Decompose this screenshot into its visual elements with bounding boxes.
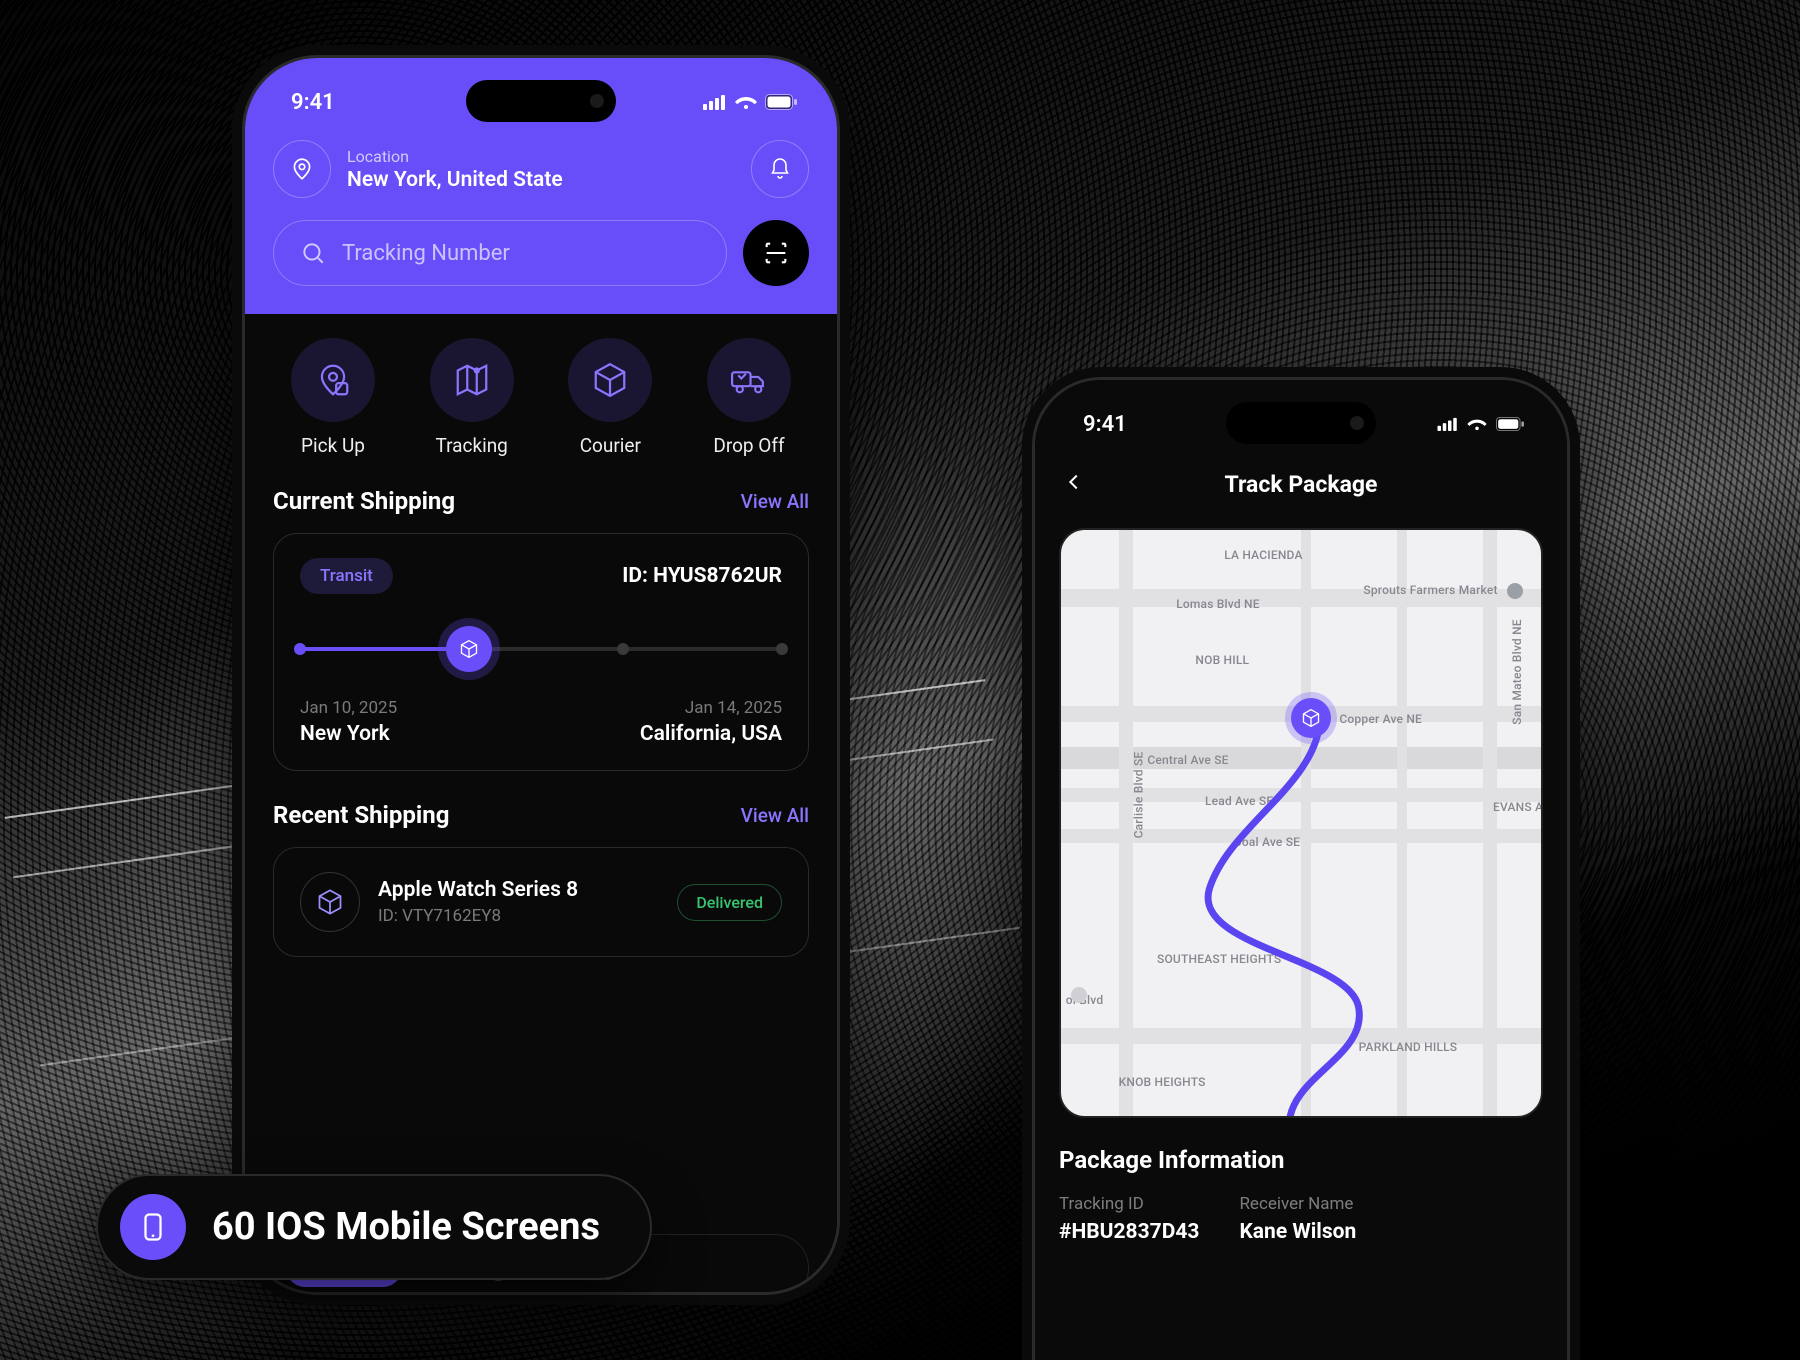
truck-icon <box>729 361 769 399</box>
receiver-name-value: Kane Wilson <box>1239 1220 1356 1244</box>
status-icons <box>1437 417 1525 431</box>
shipment-id: ID: HYUS8762UR <box>622 564 782 588</box>
package-icon <box>300 872 360 932</box>
location-pin-icon <box>289 156 315 182</box>
category-label: Tracking <box>435 434 507 457</box>
package-icon <box>591 361 629 399</box>
promo-banner: 60 IOS Mobile Screens <box>96 1174 652 1280</box>
search-icon <box>300 240 326 266</box>
to-date: Jan 14, 2025 <box>640 698 782 718</box>
pickup-icon <box>314 361 352 399</box>
status-time: 9:41 <box>1083 412 1127 437</box>
location-label: Location <box>347 147 563 166</box>
route-path <box>1061 530 1541 1116</box>
recent-shipment-card[interactable]: Apple Watch Series 8 ID: VTY7162EY8 Deli… <box>273 847 809 957</box>
scan-button[interactable] <box>743 220 809 286</box>
recent-item-name: Apple Watch Series 8 <box>378 878 578 902</box>
location-icon-button[interactable] <box>273 140 331 198</box>
cellular-icon <box>1437 417 1459 431</box>
dynamic-island <box>466 80 616 122</box>
current-shipping-title: Current Shipping <box>273 487 455 515</box>
from-city: New York <box>300 722 397 746</box>
page-title: Track Package <box>1225 471 1378 498</box>
phone-icon <box>120 1194 186 1260</box>
map-pin-icon <box>453 361 491 399</box>
notifications-button[interactable] <box>751 140 809 198</box>
package-marker <box>1291 698 1331 738</box>
banner-text: 60 IOS Mobile Screens <box>212 1205 600 1249</box>
to-city: California, USA <box>640 722 782 746</box>
current-view-all-link[interactable]: View All <box>741 490 809 513</box>
progress-thumb-icon <box>446 626 492 672</box>
phone-mockup-home: 9:41 Location New York, United State <box>245 58 837 1292</box>
shipment-progress <box>300 626 782 672</box>
chevron-left-icon <box>1063 471 1085 493</box>
from-date: Jan 10, 2025 <box>300 698 397 718</box>
category-label: Pick Up <box>301 434 365 457</box>
tracking-id-value: #HBU2837D43 <box>1059 1220 1199 1244</box>
receiver-name-label: Receiver Name <box>1239 1194 1356 1214</box>
package-info-title: Package Information <box>1059 1146 1543 1174</box>
category-label: Drop Off <box>713 434 784 457</box>
dynamic-island <box>1226 402 1376 444</box>
battery-icon <box>1495 417 1525 431</box>
wifi-icon <box>735 94 757 110</box>
bell-icon <box>768 157 792 181</box>
cellular-icon <box>703 94 727 110</box>
category-courier[interactable]: Courier <box>550 338 670 457</box>
scan-icon <box>762 239 790 267</box>
tracking-search-input[interactable]: Tracking Number <box>273 220 727 286</box>
recent-shipping-title: Recent Shipping <box>273 801 449 829</box>
wifi-icon <box>1467 417 1487 431</box>
category-pickup[interactable]: Pick Up <box>273 338 393 457</box>
phone-mockup-track: 9:41 Track Package <box>1035 380 1567 1360</box>
location-value[interactable]: New York, United State <box>347 168 563 192</box>
tracking-map[interactable]: LA HACIENDA Lomas Blvd NE Sprouts Farmer… <box>1059 528 1543 1118</box>
tracking-id-label: Tracking ID <box>1059 1194 1199 1214</box>
back-button[interactable] <box>1063 471 1085 497</box>
battery-icon <box>765 94 797 110</box>
delivered-badge: Delivered <box>677 884 782 921</box>
status-badge: Transit <box>300 558 393 594</box>
category-tracking[interactable]: Tracking <box>412 338 532 457</box>
recent-view-all-link[interactable]: View All <box>741 804 809 827</box>
category-dropoff[interactable]: Drop Off <box>689 338 809 457</box>
recent-item-id: ID: VTY7162EY8 <box>378 906 578 926</box>
status-time: 9:41 <box>291 90 335 115</box>
current-shipment-card[interactable]: Transit ID: HYUS8762UR Jan 10, 2025 New … <box>273 533 809 771</box>
status-icons <box>703 94 797 110</box>
category-label: Courier <box>580 434 641 457</box>
search-placeholder: Tracking Number <box>342 241 510 266</box>
